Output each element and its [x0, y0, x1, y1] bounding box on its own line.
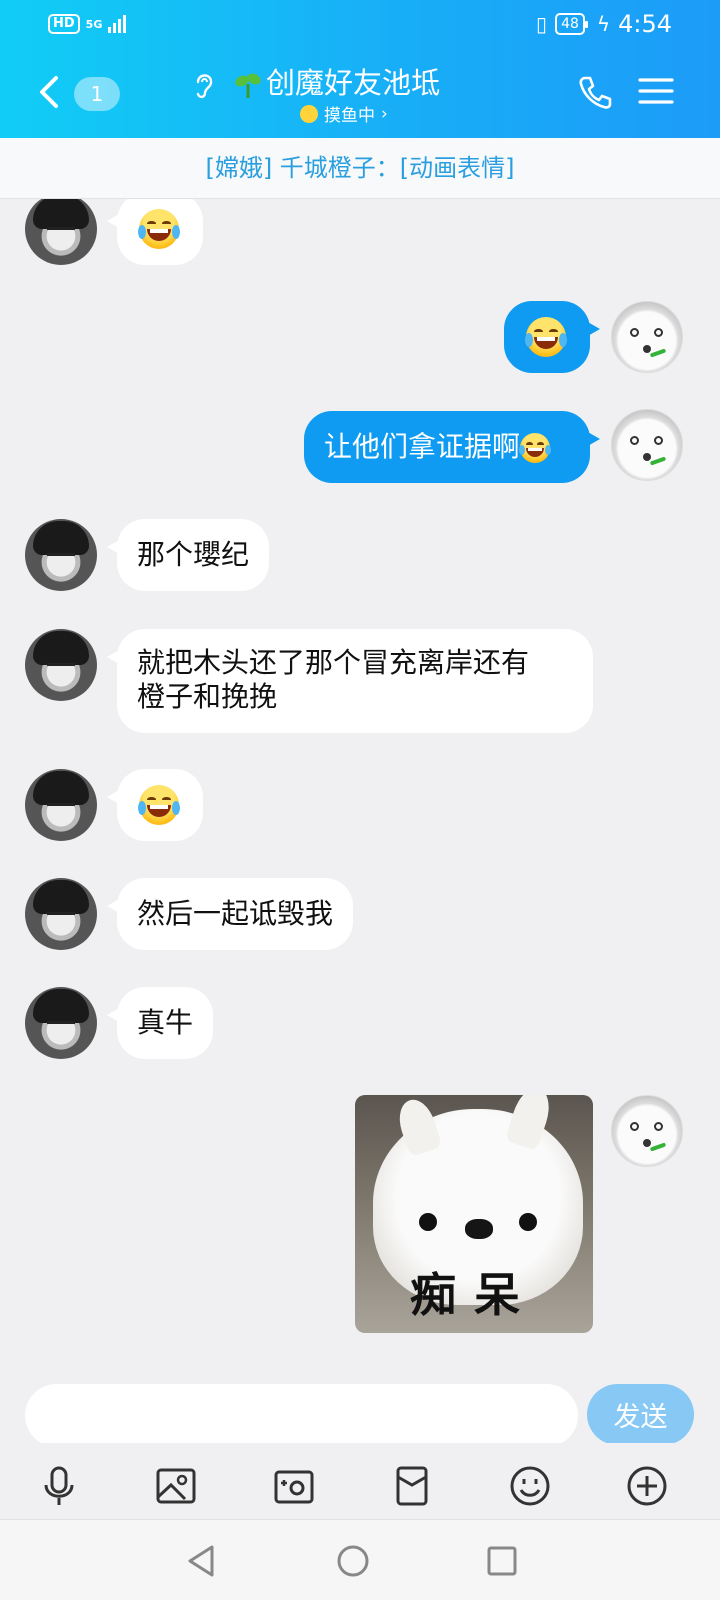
- plus-icon[interactable]: [626, 1465, 668, 1507]
- avatar[interactable]: [25, 878, 97, 950]
- menu-icon[interactable]: [638, 76, 674, 106]
- status-text: 摸鱼中: [324, 106, 375, 126]
- network-type: 5G: [85, 17, 103, 31]
- message-input[interactable]: [25, 1384, 578, 1447]
- status-bar-left: HD 5G: [48, 14, 127, 34]
- status-chevron-icon: ›: [381, 103, 388, 124]
- phone-icon[interactable]: [578, 74, 612, 110]
- message-bubble[interactable]: 然后一起诋毁我: [106, 878, 354, 950]
- back-icon[interactable]: [36, 74, 66, 110]
- laughing-tears-emoji-icon: [138, 785, 180, 825]
- status-emoji-icon: [300, 104, 318, 123]
- chat-title[interactable]: 创魔好友池坻: [266, 64, 440, 102]
- sticker-caption: 痴呆: [410, 1268, 538, 1322]
- message-list[interactable]: 让他们拿证据啊 那个瓔纪 就把木头还了那个冒充离岸还有 橙子和挽挽 然后一起诋毁…: [0, 199, 720, 1371]
- signal-icon: [108, 15, 127, 33]
- composer-bar: 发送: [0, 1371, 720, 1447]
- sprout-icon: [235, 73, 261, 98]
- avatar[interactable]: [25, 987, 97, 1059]
- system-nav-bar: [0, 1519, 720, 1600]
- message-bubble[interactable]: 那个瓔纪: [106, 519, 270, 591]
- charging-icon: ϟ: [596, 12, 611, 36]
- microphone-icon[interactable]: [38, 1465, 80, 1507]
- avatar[interactable]: [611, 301, 683, 373]
- avatar[interactable]: [25, 769, 97, 841]
- message-bubble[interactable]: 就把木头还了那个冒充离岸还有 橙子和挽挽: [107, 629, 593, 733]
- status-time: 4:54: [618, 10, 672, 38]
- message-bubble[interactable]: 真牛: [106, 987, 214, 1059]
- message-text: 真牛: [137, 1006, 194, 1039]
- online-status[interactable]: 摸鱼中 ›: [300, 101, 388, 126]
- avatar[interactable]: [25, 199, 97, 265]
- send-button[interactable]: 发送: [587, 1384, 694, 1445]
- avatar[interactable]: [25, 629, 97, 701]
- back-triangle-icon[interactable]: [182, 1541, 222, 1581]
- ear-icon[interactable]: [192, 70, 216, 100]
- avatar[interactable]: [611, 409, 683, 481]
- laughing-tears-emoji-icon: [519, 433, 552, 463]
- hd-badge: HD: [48, 14, 80, 34]
- smiley-icon[interactable]: [509, 1465, 551, 1507]
- input-toolbar: [0, 1443, 720, 1519]
- avatar[interactable]: [611, 1095, 683, 1167]
- laughing-tears-emoji-icon: [525, 317, 567, 357]
- image-icon[interactable]: [155, 1465, 197, 1507]
- laughing-tears-emoji-icon: [138, 209, 180, 249]
- latest-message-notice[interactable]: [嫦娥] 千城橙子：[动画表情]: [0, 138, 720, 199]
- status-bar-right: ▯ 48 ϟ 4:54: [536, 10, 672, 38]
- vibrate-icon: ▯: [536, 12, 548, 36]
- unread-count-badge[interactable]: 1: [74, 77, 120, 111]
- emoji-bubble[interactable]: [107, 199, 203, 265]
- dog-sticker-image[interactable]: 痴呆: [355, 1095, 593, 1333]
- message-text-line-2: 橙子和挽挽: [137, 680, 278, 713]
- chat-header: HD 5G ▯ 48 ϟ 4:54 1 创魔好友池坻 摸鱼中 ›: [0, 0, 720, 138]
- emoji-bubble[interactable]: [504, 301, 600, 373]
- avatar[interactable]: [25, 519, 97, 591]
- message-text: 然后一起诋毁我: [137, 897, 334, 930]
- home-circle-icon[interactable]: [333, 1541, 373, 1581]
- message-text-line-1: 就把木头还了那个冒充离岸还有: [137, 646, 530, 679]
- message-text: 让他们拿证据啊: [324, 430, 521, 463]
- recents-square-icon[interactable]: [482, 1541, 522, 1581]
- message-bubble[interactable]: 让他们拿证据啊: [304, 411, 600, 483]
- message-text: 那个瓔纪: [137, 538, 250, 571]
- battery-level: 48: [561, 16, 579, 32]
- emoji-bubble[interactable]: [107, 769, 203, 841]
- camera-icon[interactable]: [273, 1465, 315, 1507]
- red-packet-icon[interactable]: [391, 1465, 433, 1507]
- battery-icon: 48: [555, 13, 588, 35]
